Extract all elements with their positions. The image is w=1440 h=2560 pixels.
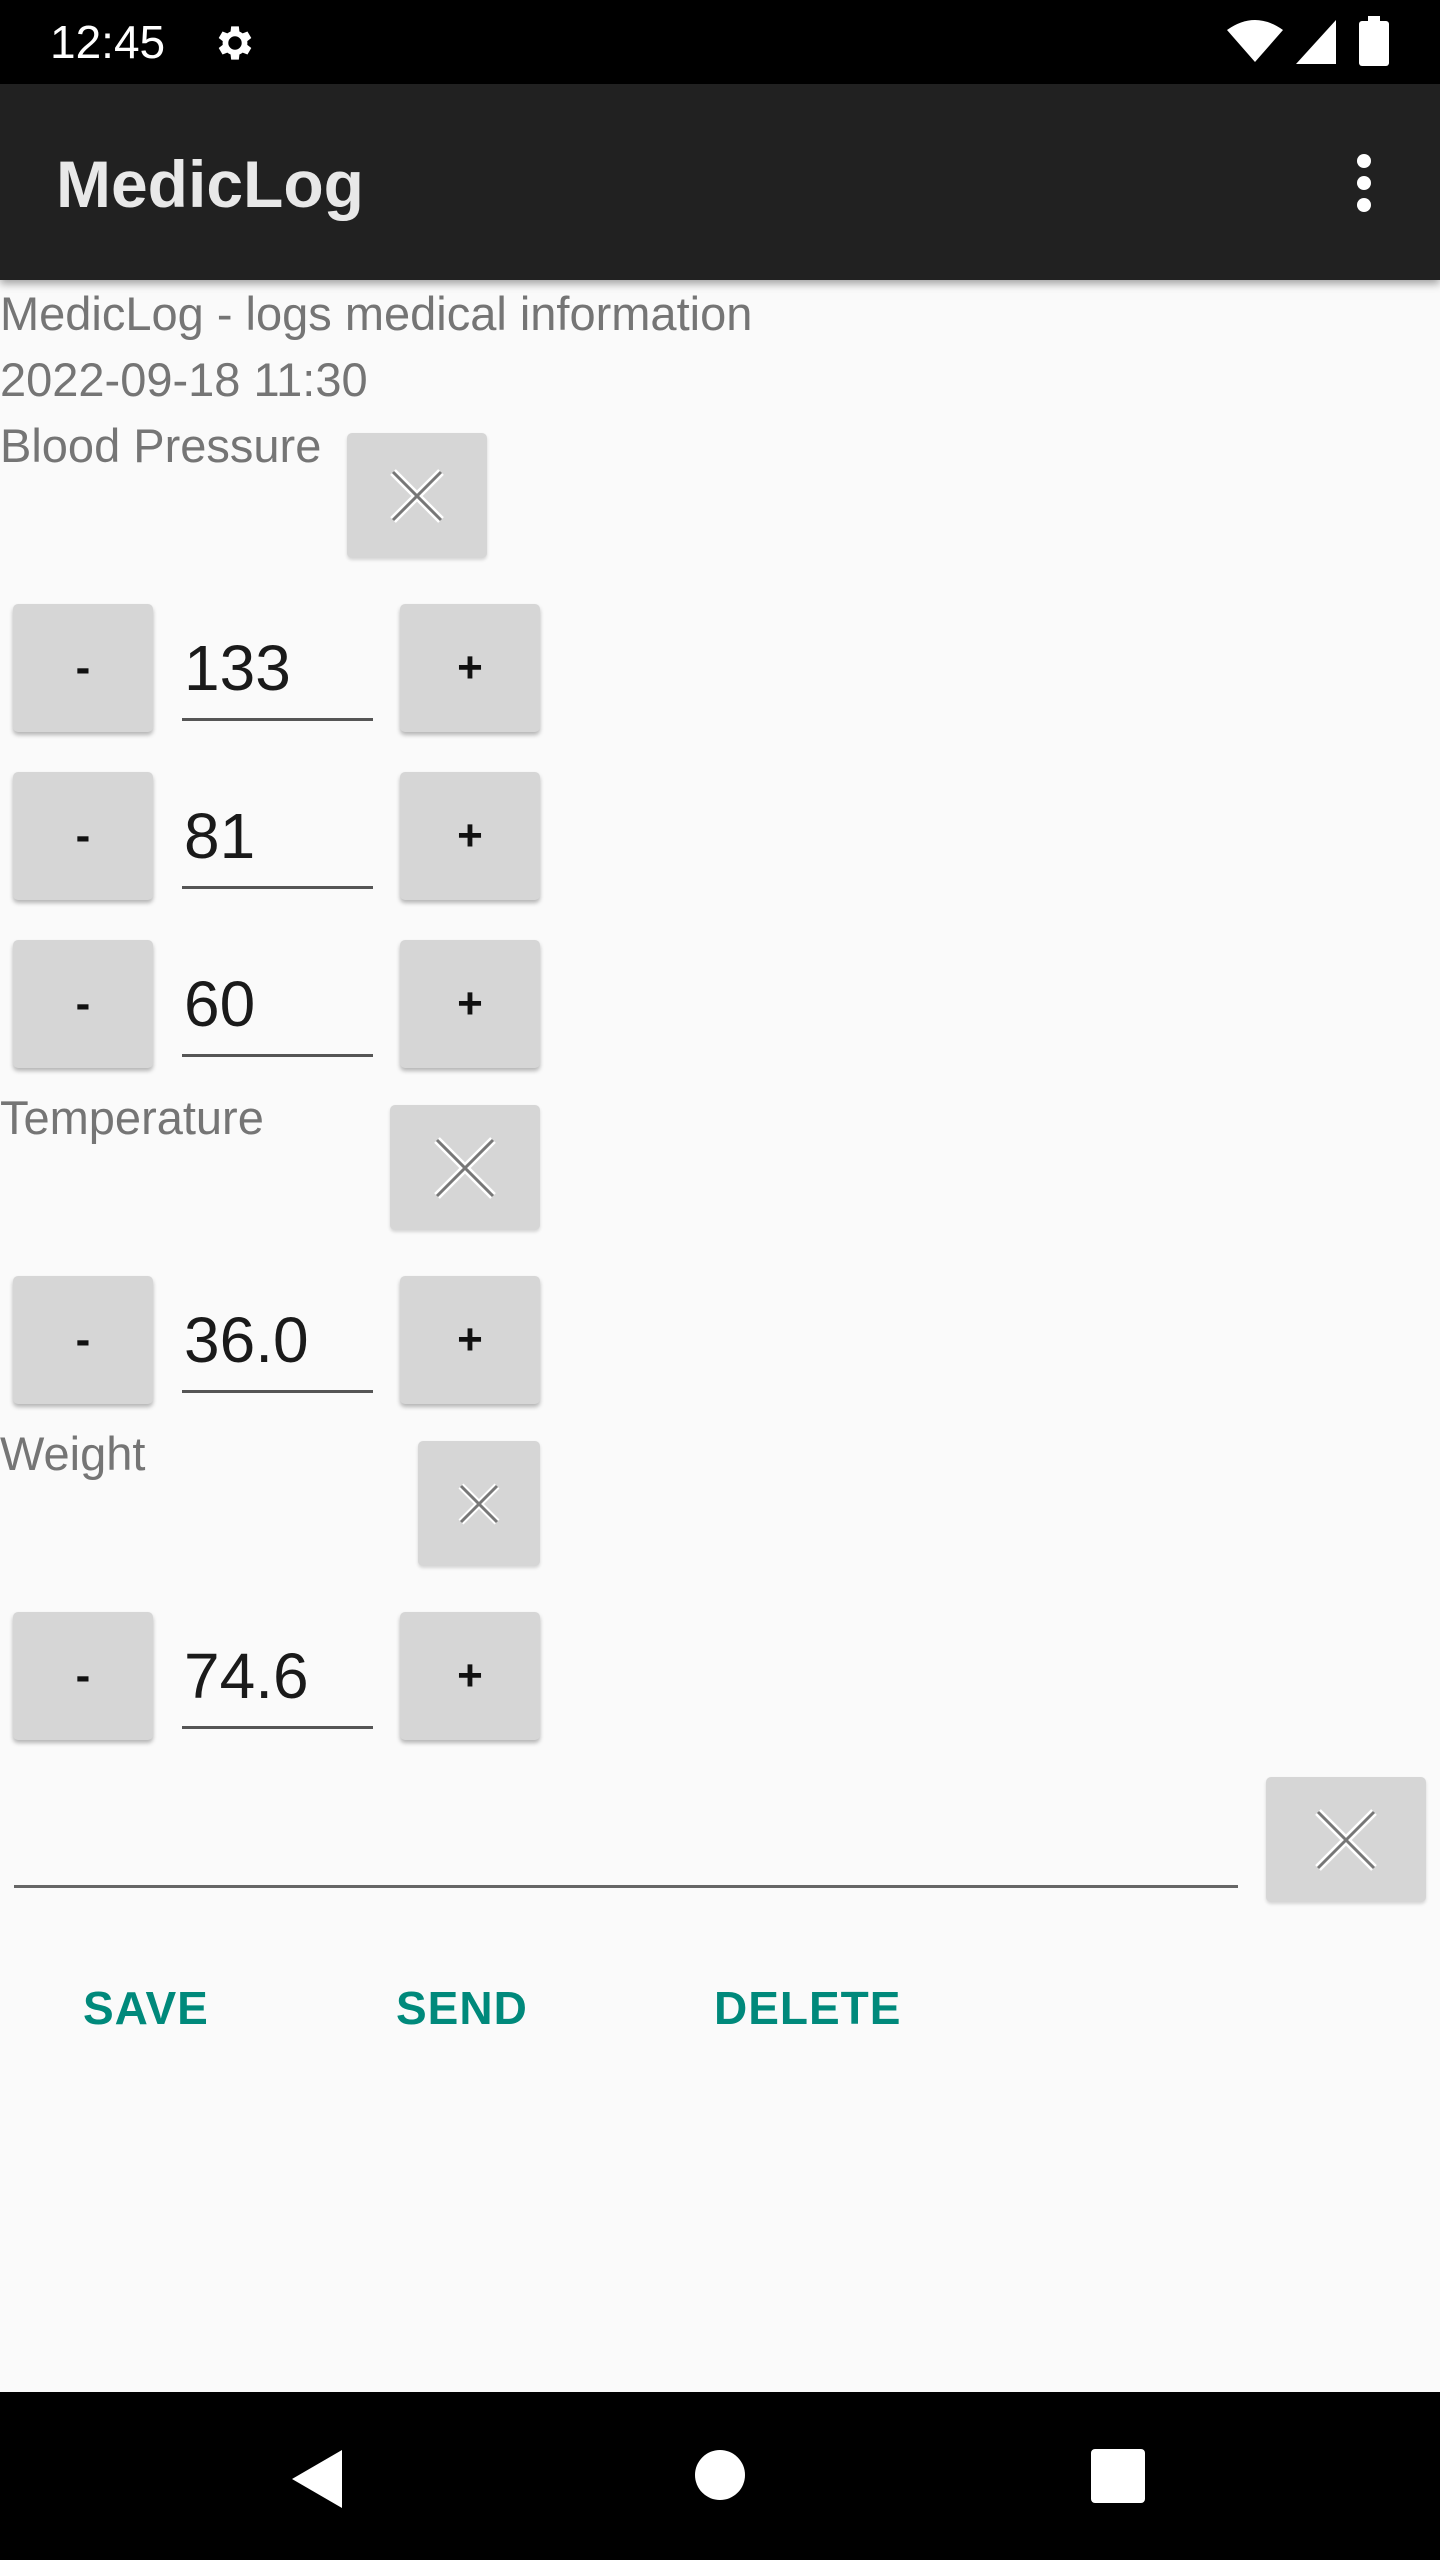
app-description: MedicLog - logs medical information [0,287,753,340]
home-icon[interactable] [694,2449,746,2501]
remove-temperature-button[interactable] [390,1105,540,1230]
close-icon [390,468,444,523]
temperature-decrement-button[interactable]: - [13,1276,153,1404]
more-vert-icon[interactable] [1350,148,1378,218]
clear-note-button[interactable] [1266,1777,1426,1902]
gear-icon [218,26,252,60]
weight-field[interactable]: 74.6 [182,1611,373,1729]
status-time: 12:45 [50,16,166,68]
close-icon [434,1136,496,1199]
recents-icon[interactable] [1091,2449,1145,2503]
diastolic-value: 81 [184,800,256,872]
blood-pressure-label: Blood Pressure [0,419,322,472]
save-button[interactable]: SAVE [83,1978,209,2038]
temperature-increment-button[interactable]: + [400,1276,540,1404]
systolic-increment-button[interactable]: + [400,604,540,732]
back-icon[interactable] [290,2448,344,2510]
weight-increment-button[interactable]: + [400,1612,540,1740]
entry-datetime[interactable]: 2022-09-18 11:30 [0,352,368,408]
diastolic-decrement-button[interactable]: - [13,772,153,900]
temperature-label: Temperature [0,1091,264,1144]
weight-label: Weight [0,1427,146,1480]
battery-icon [1359,16,1389,66]
weight-value: 74.6 [184,1640,309,1712]
systolic-decrement-button[interactable]: - [13,604,153,732]
remove-blood-pressure-button[interactable] [347,433,487,558]
delete-button[interactable]: DELETE [714,1978,901,2038]
temperature-value: 36.0 [184,1304,309,1376]
send-button[interactable]: SEND [396,1978,528,2038]
note-input[interactable] [14,1780,1238,1888]
systolic-field[interactable]: 133 [182,603,373,721]
systolic-value: 133 [184,632,291,704]
close-icon [458,1483,500,1524]
remove-weight-button[interactable] [418,1441,540,1566]
temperature-field[interactable]: 36.0 [182,1275,373,1393]
weight-decrement-button[interactable]: - [13,1612,153,1740]
diastolic-increment-button[interactable]: + [400,772,540,900]
wifi-icon [1227,20,1283,62]
app-title: MedicLog [56,147,364,221]
close-icon [1315,1808,1377,1871]
pulse-decrement-button[interactable]: - [13,940,153,1068]
diastolic-field[interactable]: 81 [182,771,373,889]
pulse-field[interactable]: 60 [182,939,373,1057]
pulse-increment-button[interactable]: + [400,940,540,1068]
pulse-value: 60 [184,968,256,1040]
cell-signal-icon [1296,20,1336,64]
